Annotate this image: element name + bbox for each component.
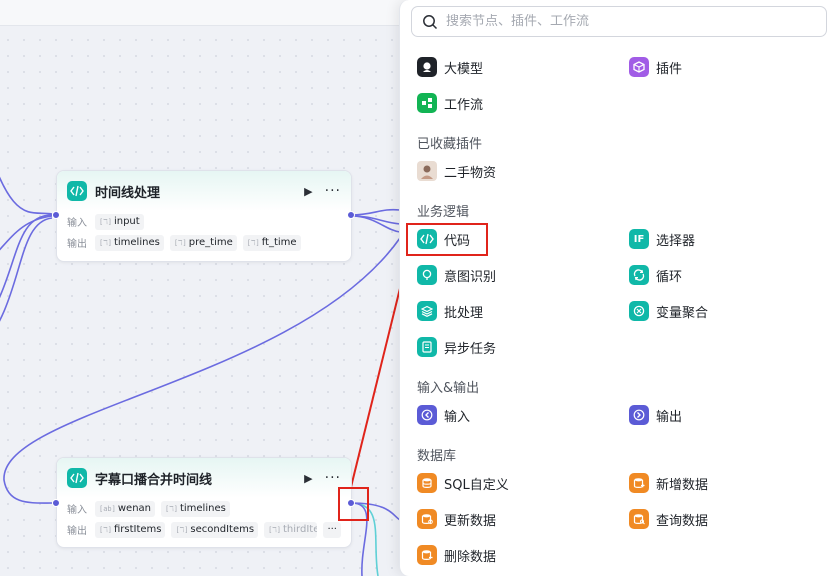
param-chip: [ℸ] input	[95, 213, 144, 230]
node-header: 时间线处理 ▶ ···	[57, 171, 351, 211]
run-icon[interactable]: ▶	[304, 185, 312, 198]
node-header: 字幕口播合并时间线 ▶ ···	[57, 458, 351, 498]
item-sql-custom[interactable]: SQL自定义	[417, 471, 509, 495]
item-input[interactable]: 输入	[417, 403, 470, 427]
wire-left-2	[0, 217, 53, 322]
node-picker-panel: 大模型 插件 工作流 已收藏插件 二手物资 业务逻辑 代码 IF 选择器 意图	[399, 0, 834, 576]
node-1-input-port[interactable]	[52, 211, 60, 219]
more-icon[interactable]: ···	[325, 184, 341, 198]
item-variable-aggregate[interactable]: 变量聚合	[629, 299, 708, 323]
plugin-icon	[629, 57, 649, 77]
highlight-box-code-item	[406, 223, 488, 256]
more-icon[interactable]: ···	[325, 471, 341, 485]
section-title-favorite-plugins: 已收藏插件	[417, 137, 483, 152]
db-add-icon	[629, 473, 649, 493]
outputs-label: 输出	[67, 239, 87, 250]
async-task-icon	[417, 337, 437, 357]
node-title: 时间线处理	[95, 185, 161, 201]
intent-icon	[417, 265, 437, 285]
search-icon	[423, 14, 438, 29]
param-chip: [ℸ] secondItems	[171, 521, 259, 538]
item-db-add[interactable]: 新增数据	[629, 471, 708, 495]
db-query-icon	[629, 509, 649, 529]
loop-icon	[629, 265, 649, 285]
node-output-row: 输出 [ℸ] timelines [ℸ] pre_time [ℸ] ft_time	[57, 232, 351, 253]
search-input[interactable]	[446, 14, 806, 29]
section-title-input-output: 输入&输出	[417, 381, 480, 396]
node-1-output-port[interactable]	[347, 211, 355, 219]
node-timeline-process[interactable]: 时间线处理 ▶ ··· 输入 [ℸ] input 输出 [ℸ] timelines …	[56, 170, 352, 262]
param-chip: [ab] wenan	[95, 500, 155, 517]
code-icon	[67, 468, 87, 488]
section-title-database: 数据库	[417, 449, 457, 464]
item-llm[interactable]: 大模型	[417, 55, 483, 79]
wire-out-1a	[350, 208, 401, 216]
output-icon	[629, 405, 649, 425]
code-icon	[67, 181, 87, 201]
param-chip: [ℸ] timelines	[161, 500, 230, 517]
item-workflow[interactable]: 工作流	[417, 91, 483, 115]
search-box[interactable]	[411, 6, 827, 37]
node-input-row: 输入 [ab] wenan [ℸ] timelines	[57, 498, 351, 519]
inputs-label: 输入	[67, 218, 87, 229]
node-title: 字幕口播合并时间线	[95, 472, 213, 488]
highlight-box-output-port	[338, 487, 369, 521]
more-outputs-chip[interactable]: ···	[323, 521, 341, 538]
param-chip: [ℸ] firstItems	[95, 521, 166, 538]
item-intent-recognition[interactable]: 意图识别	[417, 263, 496, 287]
section-title-business-logic: 业务逻辑	[417, 205, 470, 220]
aggregate-icon	[629, 301, 649, 321]
item-async-task[interactable]: 异步任务	[417, 335, 496, 359]
db-delete-icon	[417, 545, 437, 565]
db-update-icon	[417, 509, 437, 529]
item-output[interactable]: 输出	[629, 403, 682, 427]
outputs-label: 输出	[67, 526, 87, 537]
node-subtitle-merge-timeline[interactable]: 字幕口播合并时间线 ▶ ··· 输入 [ab] wenan [ℸ] timeline…	[56, 457, 352, 548]
item-plugin[interactable]: 插件	[629, 55, 682, 79]
item-loop[interactable]: 循环	[629, 263, 682, 287]
wire-left-3	[0, 215, 53, 251]
item-db-update[interactable]: 更新数据	[417, 507, 496, 531]
param-chip: [ℸ] pre_time	[169, 234, 237, 251]
item-db-query[interactable]: 查询数据	[629, 507, 708, 531]
param-chip: [ℸ] ft_time	[242, 234, 301, 251]
avatar-icon	[417, 161, 437, 181]
workflow-icon	[417, 93, 437, 113]
node-output-row: 输出 [ℸ] firstItems [ℸ] secondItems [ℸ] third…	[57, 519, 351, 540]
param-chip: [ℸ] timelines	[95, 234, 164, 251]
sql-icon	[417, 473, 437, 493]
wire-left-1	[0, 214, 53, 299]
node-input-row: 输入 [ℸ] input	[57, 211, 351, 232]
item-db-delete[interactable]: 删除数据	[417, 543, 496, 567]
input-icon	[417, 405, 437, 425]
llm-icon	[417, 57, 437, 77]
wire-left-4	[0, 176, 53, 215]
selector-icon: IF	[629, 229, 649, 249]
item-second-hand-goods[interactable]: 二手物资	[417, 159, 496, 183]
inputs-label: 输入	[67, 505, 87, 516]
item-selector[interactable]: IF 选择器	[629, 227, 695, 251]
annotation-arrow-line	[350, 263, 407, 488]
item-batch[interactable]: 批处理	[417, 299, 483, 323]
node-2-input-port[interactable]	[52, 499, 60, 507]
batch-icon	[417, 301, 437, 321]
run-icon[interactable]: ▶	[304, 472, 312, 485]
param-chip: [ℸ] thirdIte	[264, 521, 318, 538]
